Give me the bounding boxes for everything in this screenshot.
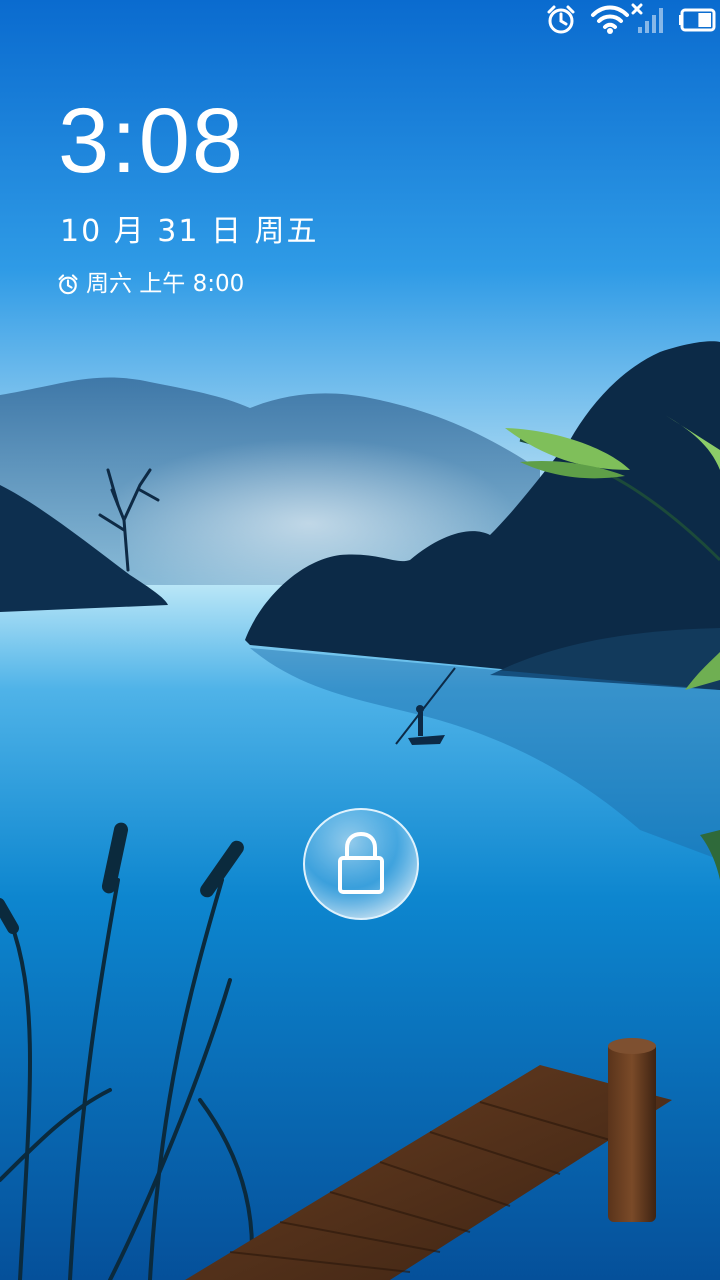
lock-icon	[338, 831, 384, 894]
unlock-button[interactable]	[304, 808, 418, 920]
battery-icon	[679, 8, 716, 32]
wifi-icon	[591, 5, 629, 34]
lockscreen-date: 10 月 31 日 周五	[60, 214, 319, 249]
lock-screen: 3:08 10 月 31 日 周五 周六 上午 8:00	[0, 0, 720, 1280]
lockscreen-clock: 3:08	[58, 90, 246, 192]
alarm-icon	[58, 274, 78, 295]
no-signal-icon	[631, 3, 663, 33]
alarm-icon	[547, 5, 575, 34]
status-bar	[0, 0, 720, 38]
next-alarm: 周六 上午 8:00	[56, 266, 244, 302]
next-alarm-label: 周六 上午 8:00	[86, 271, 245, 297]
